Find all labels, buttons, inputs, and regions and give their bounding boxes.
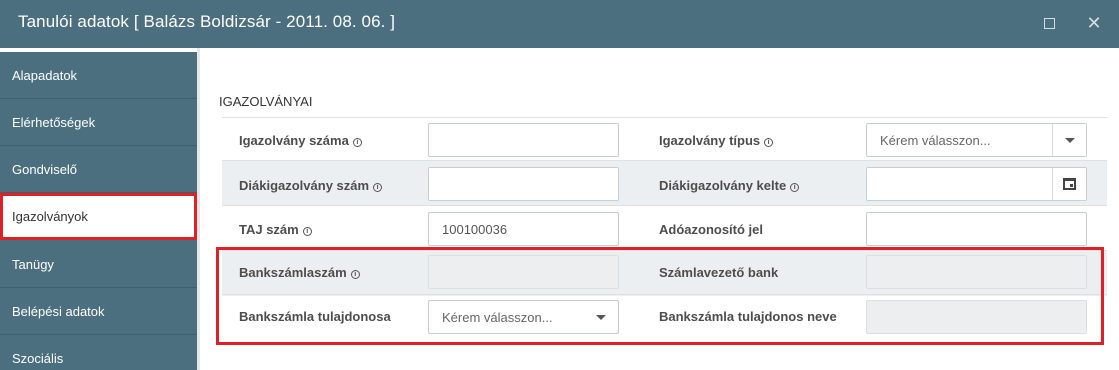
label-text: Diákigazolvány kelte	[659, 178, 787, 193]
sidebar-divider	[197, 48, 200, 370]
bank-name-input[interactable]	[866, 255, 1087, 289]
calendar-icon[interactable]	[1052, 168, 1086, 200]
form-row: Diákigazolvány szám i Diákigazolvány kelt…	[222, 160, 1107, 206]
label-text: Diákigazolvány szám	[239, 178, 370, 193]
sidebar-item-label: Gondviselő	[12, 161, 78, 177]
sidebar: Alapadatok Elérhetőségek Gondviselő Igaz…	[0, 52, 197, 370]
taj-number-input[interactable]: 100100036	[428, 212, 619, 246]
chevron-down-icon[interactable]	[584, 301, 618, 333]
form-row: Bankszámla tulajdonosa Kérem válasszon..…	[222, 294, 1107, 339]
label-text: Igazolvány száma	[239, 133, 349, 148]
info-icon: i	[764, 138, 774, 147]
tax-id-input[interactable]	[866, 212, 1087, 246]
select-value: Kérem válasszon...	[880, 132, 991, 148]
sidebar-item-alapadatok[interactable]: Alapadatok	[0, 52, 197, 99]
sidebar-item-belepesi-adatok[interactable]: Belépési adatok	[0, 288, 197, 335]
bank-account-label: Bankszámlaszám i	[239, 265, 360, 280]
sidebar-item-label: Igazolványok	[12, 209, 88, 224]
account-owner-select[interactable]: Kérem válasszon...	[428, 300, 619, 334]
maximize-icon	[1043, 17, 1055, 29]
label-text: Igazolvány típus	[659, 133, 761, 148]
sidebar-item-igazolvanyok[interactable]: Igazolványok	[0, 193, 197, 240]
chevron-down-icon[interactable]	[1052, 124, 1086, 156]
bank-name-label: Számlavezető bank	[659, 265, 779, 280]
window-titlebar: Tanulói adatok [ Balázs Boldizsár - 2011…	[0, 0, 1119, 48]
form-row: Bankszámlaszám i Számlavezető bank	[222, 250, 1107, 296]
sidebar-item-elerhetosegek[interactable]: Elérhetőségek	[0, 99, 197, 146]
info-icon: i	[350, 270, 360, 279]
info-icon: i	[373, 183, 383, 192]
sidebar-item-label: Belépési adatok	[12, 303, 105, 319]
label-text: Bankszámlaszám	[239, 265, 347, 280]
sidebar-item-label: Szociális	[12, 350, 64, 366]
window-title: Tanulói adatok [ Balázs Boldizsár - 2011…	[18, 12, 396, 31]
id-type-select[interactable]: Kérem válasszon...	[866, 123, 1087, 157]
form-row: Igazolvány száma i Igazolvány típus i Kére…	[222, 117, 1107, 163]
student-id-number-label: Diákigazolvány szám i	[239, 178, 383, 193]
select-value: Kérem válasszon...	[442, 309, 553, 325]
info-icon: i	[302, 227, 312, 236]
info-icon: i	[790, 183, 800, 192]
close-button[interactable]: ✕	[1084, 12, 1104, 34]
close-icon: ✕	[1086, 13, 1102, 33]
sidebar-item-tanugy[interactable]: Tanügy	[0, 241, 197, 288]
taj-number-label: TAJ szám i	[239, 222, 312, 237]
info-icon: i	[352, 138, 362, 147]
student-id-date-label: Diákigazolvány kelte i	[659, 178, 800, 193]
sidebar-item-label: Alapadatok	[12, 67, 78, 83]
tax-id-label: Adóazonosító jel	[659, 222, 763, 237]
sidebar-item-szocialis[interactable]: Szociális	[0, 335, 197, 370]
form-row: TAJ szám i 100100036 Adóazonosító jel	[222, 205, 1107, 251]
student-id-number-input[interactable]	[428, 167, 619, 201]
account-owner-name-label: Bankszámla tulajdonos neve	[659, 309, 837, 324]
bank-account-input[interactable]	[428, 255, 619, 289]
account-owner-label: Bankszámla tulajdonosa	[239, 309, 391, 324]
id-number-input[interactable]	[428, 123, 619, 157]
maximize-button[interactable]	[1039, 12, 1059, 34]
section-title: IGAZOLVÁNYAI	[219, 94, 313, 109]
sidebar-item-gondviselo[interactable]: Gondviselő	[0, 146, 197, 193]
id-number-label: Igazolvány száma i	[239, 133, 362, 148]
sidebar-item-label: Tanügy	[12, 256, 54, 272]
id-type-label: Igazolvány típus i	[659, 133, 774, 148]
label-text: TAJ szám	[239, 222, 299, 237]
sidebar-item-label: Elérhetőségek	[12, 114, 96, 130]
student-id-date-input[interactable]	[866, 167, 1087, 201]
account-owner-name-input[interactable]	[866, 300, 1087, 334]
